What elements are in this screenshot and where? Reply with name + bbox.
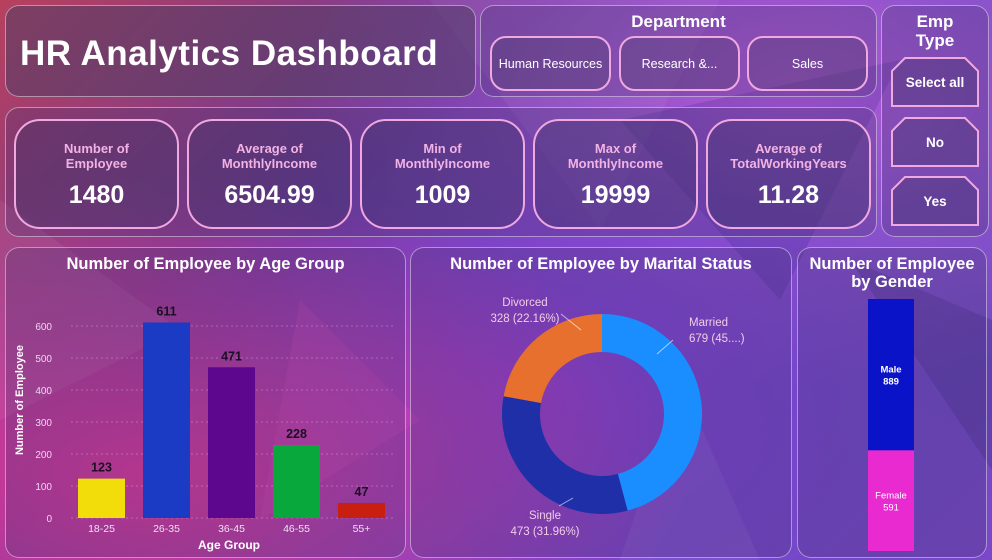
bar-36-45[interactable] (208, 367, 255, 518)
x-tick-label: 36-45 (218, 523, 245, 535)
kpi-label: Average of TotalWorkingYears (708, 141, 869, 171)
slice-category-label: Married (689, 317, 728, 329)
x-axis-label: Age Group (198, 538, 260, 552)
kpi-value: 19999 (580, 181, 651, 209)
emp-type-option-label: Select all (905, 74, 965, 90)
department-label: Department (631, 12, 726, 31)
kpi-label-line1: Min of (423, 141, 462, 156)
emp-type-option-label: Yes (923, 193, 947, 209)
bar-18-25[interactable] (78, 478, 125, 518)
slice-divorced[interactable] (503, 314, 602, 404)
kpi-label: Min of MonthlyIncome (362, 141, 523, 171)
title-panel: HR Analytics Dashboard (5, 5, 476, 97)
age-group-chart-panel: Number of Employee by Age Group 0 100 200 3… (5, 247, 406, 558)
kpi-panel: Number of Employee 1480 Average of Monthly… (5, 107, 877, 237)
slice-value-label: 473 (31.96%) (510, 526, 579, 538)
marital-status-donut-chart: Married 679 (45....) Single 473 (31.96%) Div… (490, 297, 745, 538)
bar-data-label: 47 (355, 485, 369, 499)
bar-data-label: 471 (221, 349, 242, 363)
emp-type-label: Emp Type (882, 12, 988, 50)
segment-category-label: Male (880, 365, 901, 376)
emp-type-label-line2: Type (915, 31, 955, 50)
kpi-label-line2: Employee (65, 156, 128, 171)
y-tick-label: 400 (35, 386, 52, 397)
y-tick-label: 500 (35, 354, 52, 365)
kpi-card-number-of-employee: Number of Employee 1480 (14, 119, 179, 229)
x-tick-label: 18-25 (88, 523, 115, 535)
slice-category-label: Divorced (502, 297, 547, 309)
kpi-label-line2: TotalWorkingYears (730, 156, 847, 171)
slice-category-label: Single (529, 510, 561, 522)
emp-type-option-label: No (926, 134, 944, 150)
kpi-card-max-monthly-income: Max of MonthlyIncome 19999 (533, 119, 698, 229)
department-slicer: Department Human Resources Research &...… (480, 5, 877, 97)
kpi-label-line1: Average of (236, 141, 303, 156)
kpi-label-line1: Average of (755, 141, 822, 156)
kpi-card-min-monthly-income: Min of MonthlyIncome 1009 (360, 119, 525, 229)
kpi-value: 1009 (414, 181, 471, 209)
y-axis-label: Number of Employee (14, 345, 26, 455)
y-tick-label: 300 (35, 418, 52, 429)
department-option-sales[interactable]: Sales (747, 36, 868, 91)
department-option-research[interactable]: Research &... (619, 36, 740, 91)
marital-status-chart-panel: Number of Employee by Marital Status Mar… (410, 247, 792, 558)
kpi-value: 1480 (68, 181, 125, 209)
bar-55+[interactable] (338, 502, 385, 518)
y-tick-label: 100 (35, 482, 52, 493)
kpi-card-average-total-working-years: Average of TotalWorkingYears 11.28 (706, 119, 871, 229)
kpi-label: Number of Employee (16, 141, 177, 171)
kpi-value: 11.28 (757, 181, 820, 209)
page-title: HR Analytics Dashboard (20, 34, 439, 73)
y-tick-label: 0 (46, 514, 52, 525)
bar-data-label: 123 (91, 461, 112, 475)
kpi-label-line2: MonthlyIncome (394, 156, 491, 171)
emp-type-slicer: Emp Type Select all No Yes (881, 5, 989, 237)
kpi-label: Average of MonthlyIncome (189, 141, 350, 171)
kpi-value: 6504.99 (224, 181, 315, 209)
kpi-label-line1: Number of (64, 141, 129, 156)
x-tick-label: 55+ (353, 523, 371, 535)
kpi-label-line1: Max of (594, 141, 637, 156)
segment-value-label: 889 (883, 377, 899, 388)
kpi-label: Max of MonthlyIncome (535, 141, 696, 171)
kpi-label-line2: MonthlyIncome (567, 156, 664, 171)
x-tick-label: 26-35 (153, 523, 180, 535)
segment-value-label: 591 (883, 503, 899, 514)
emp-type-option-no[interactable]: No (891, 117, 979, 167)
bar-46-55[interactable] (273, 445, 320, 518)
age-group-bar-chart: 0 100 200 300 400 500 600 123 18-25 611 26-35 471 36… (14, 304, 396, 552)
emp-type-option-select-all[interactable]: Select all (891, 57, 979, 107)
emp-type-label-line1: Emp (916, 12, 954, 31)
kpi-label-line2: MonthlyIncome (221, 156, 318, 171)
department-option-human-resources[interactable]: Human Resources (490, 36, 611, 91)
bar-data-label: 228 (286, 427, 307, 441)
kpi-card-average-monthly-income: Average of MonthlyIncome 6504.99 (187, 119, 352, 229)
emp-type-option-yes[interactable]: Yes (891, 176, 979, 226)
y-tick-label: 600 (35, 322, 52, 333)
bar-data-label: 611 (156, 304, 176, 318)
segment-category-label: Female (875, 491, 907, 502)
y-tick-label: 200 (35, 450, 52, 461)
slice-value-label: 328 (22.16%) (490, 313, 559, 325)
gender-stacked-bar-chart: Male889 Female591 (868, 299, 914, 551)
x-tick-label: 46-55 (283, 523, 310, 535)
gender-chart-panel: Number of Employee by Gender Male 889 Fema… (797, 247, 987, 558)
slice-value-label: 679 (45....) (689, 333, 745, 345)
bar-26-35[interactable] (143, 322, 190, 518)
slice-single[interactable] (502, 396, 628, 514)
